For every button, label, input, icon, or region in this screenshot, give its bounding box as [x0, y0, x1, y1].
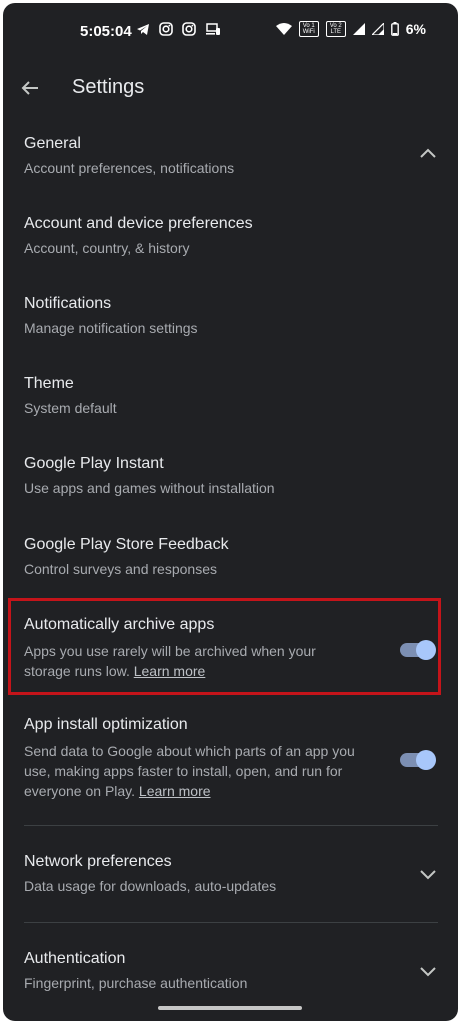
notifications-title: Notifications	[24, 295, 112, 312]
settings-section-network[interactable]: Network preferences Data usage for downl…	[3, 853, 458, 913]
theme-subtitle: System default	[24, 400, 117, 416]
general-title: General	[24, 135, 81, 152]
wifi-icon	[275, 23, 292, 35]
back-button[interactable]	[15, 73, 45, 103]
status-bar: 5:05:04 Vo 1 WiFi Vo 2 LTE 6%	[3, 3, 458, 59]
optimization-learn-more-link[interactable]: Learn more	[139, 783, 211, 799]
divider	[24, 922, 438, 923]
signal-icon	[371, 23, 384, 35]
settings-item-feedback[interactable]: Google Play Store Feedback Control surve…	[3, 536, 458, 596]
feedback-title: Google Play Store Feedback	[24, 536, 229, 553]
battery-icon	[390, 22, 399, 36]
optimization-toggle[interactable]	[400, 750, 436, 770]
page-title: Settings	[72, 76, 145, 98]
instagram-icon	[159, 22, 173, 36]
settings-section-authentication[interactable]: Authentication Fingerprint, purchase aut…	[3, 950, 458, 1010]
toggle-knob	[416, 750, 436, 770]
theme-title: Theme	[24, 375, 74, 392]
instant-subtitle: Use apps and games without installation	[24, 480, 275, 496]
notification-icons	[136, 22, 221, 36]
chevron-down-icon[interactable]	[418, 864, 438, 884]
optimization-title: App install optimization	[24, 716, 188, 733]
telegram-icon	[137, 23, 149, 35]
settings-item-play-instant[interactable]: Google Play Instant Use apps and games w…	[3, 455, 458, 515]
notifications-subtitle: Manage notification settings	[24, 320, 198, 336]
instagram-icon	[182, 22, 196, 36]
divider	[24, 825, 438, 826]
settings-item-notifications[interactable]: Notifications Manage notification settin…	[3, 295, 458, 355]
account-title: Account and device preferences	[24, 215, 253, 232]
optimization-description: Send data to Google about which parts of…	[24, 741, 364, 801]
settings-item-install-optimization[interactable]: App install optimization Send data to Go…	[3, 716, 458, 811]
network-title: Network preferences	[24, 853, 172, 870]
settings-item-account[interactable]: Account and device preferences Account, …	[3, 215, 458, 275]
battery-percent: 6%	[405, 21, 426, 37]
account-subtitle: Account, country, & history	[24, 240, 190, 256]
chevron-down-icon[interactable]	[418, 961, 438, 981]
app-bar: Settings	[3, 63, 458, 115]
cast-icon	[206, 22, 220, 35]
authentication-subtitle: Fingerprint, purchase authentication	[24, 975, 248, 991]
settings-section-general[interactable]: General Account preferences, notificatio…	[3, 135, 458, 195]
phone-screen: 5:05:04 Vo 1 WiFi Vo 2 LTE 6% Settings G…	[3, 3, 458, 1021]
status-time: 5:05:04	[80, 23, 132, 40]
gesture-nav-bar[interactable]	[158, 1006, 302, 1010]
general-subtitle: Account preferences, notifications	[24, 160, 235, 176]
system-icons: Vo 1 WiFi Vo 2 LTE 6%	[275, 21, 426, 37]
signal-icon	[352, 23, 365, 35]
highlight-box	[8, 598, 441, 695]
settings-item-theme[interactable]: Theme System default	[3, 375, 458, 435]
arrow-back-icon	[21, 81, 38, 95]
chevron-up-icon[interactable]	[418, 144, 438, 164]
authentication-title: Authentication	[24, 950, 126, 967]
feedback-subtitle: Control surveys and responses	[24, 561, 217, 577]
instant-title: Google Play Instant	[24, 455, 164, 472]
sim2-badge: Vo 2 LTE	[325, 21, 346, 37]
sim1-badge: Vo 1 WiFi	[298, 21, 319, 37]
network-subtitle: Data usage for downloads, auto-updates	[24, 878, 277, 894]
